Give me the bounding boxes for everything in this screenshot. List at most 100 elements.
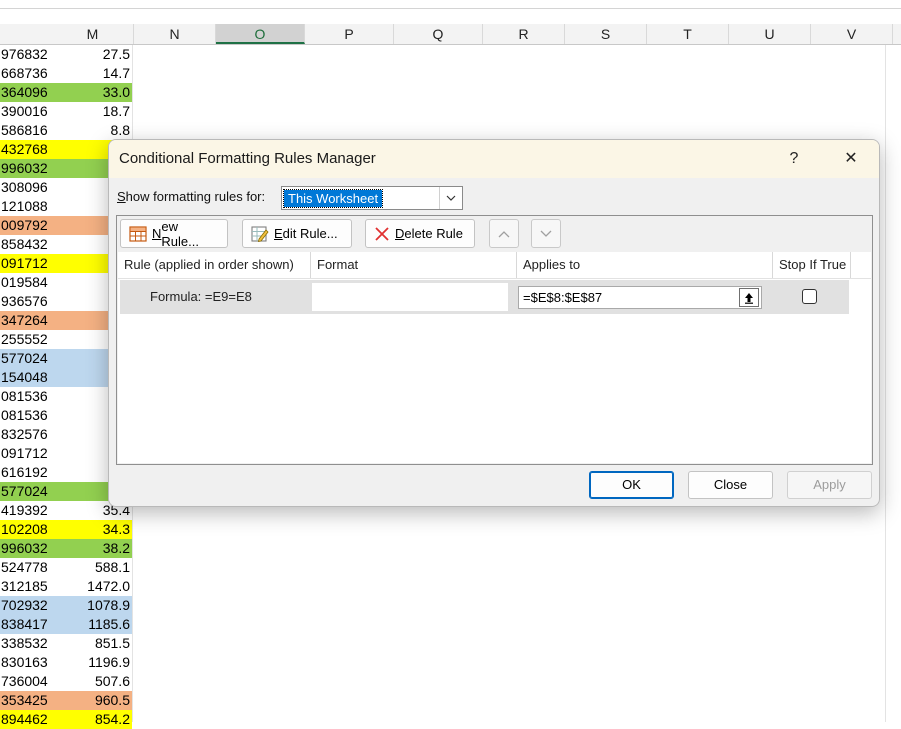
cell-l[interactable]: 121088 xyxy=(0,197,53,216)
edit-rule-button[interactable]: Edit Rule... xyxy=(242,219,352,248)
column-format-header: Format xyxy=(311,252,517,278)
cell-l[interactable]: 091712 xyxy=(0,254,53,273)
cell-l[interactable]: 154048 xyxy=(0,368,53,387)
chevron-down-icon xyxy=(540,230,552,237)
applies-to-input[interactable]: =$E$8:$E$87 xyxy=(518,286,762,309)
cell-m[interactable]: 1196.9 xyxy=(52,653,132,672)
cell-l[interactable]: 830163 xyxy=(0,653,53,672)
sheet-row: 702932 1078.9 xyxy=(0,596,901,615)
cell-l[interactable]: 009792 xyxy=(0,216,53,235)
column-header-v[interactable]: V xyxy=(811,24,893,44)
column-header-o[interactable]: O xyxy=(216,24,305,44)
column-header-p[interactable]: P xyxy=(305,24,394,44)
column-rule-header: Rule (applied in order shown) xyxy=(118,252,311,278)
cell-m[interactable]: 1078.9 xyxy=(52,596,132,615)
cell-l[interactable]: 308096 xyxy=(0,178,53,197)
rules-list[interactable]: Rule (applied in order shown) Format App… xyxy=(118,252,871,463)
stop-if-true-checkbox[interactable] xyxy=(802,289,817,304)
show-rules-select[interactable]: This Worksheet xyxy=(281,186,463,210)
cell-l[interactable]: 364096 xyxy=(0,83,53,102)
cell-l[interactable]: 586816 xyxy=(0,121,53,140)
cell-m[interactable]: 507.6 xyxy=(52,672,132,691)
cell-l[interactable]: 736004 xyxy=(0,672,53,691)
cell-l[interactable]: 255552 xyxy=(0,330,53,349)
cell-m[interactable]: 33.0 xyxy=(52,83,132,102)
help-button[interactable]: ? xyxy=(780,146,808,172)
column-header-r[interactable]: R xyxy=(483,24,565,44)
delete-rule-button[interactable]: Delete Rule xyxy=(365,219,475,248)
move-up-button[interactable] xyxy=(489,219,519,248)
cell-l[interactable]: 091712 xyxy=(0,444,53,463)
rules-panel: New Rule... Edit Rule... Delete Rule Rul… xyxy=(116,215,873,465)
access-key: E xyxy=(274,226,283,241)
dialog-titlebar[interactable]: Conditional Formatting Rules Manager ? ✕ xyxy=(109,140,879,178)
cell-l[interactable]: 432768 xyxy=(0,140,53,159)
column-header-u[interactable]: U xyxy=(729,24,811,44)
cell-m[interactable]: 854.2 xyxy=(52,710,132,729)
column-header-q[interactable]: Q xyxy=(394,24,483,44)
column-header-n[interactable]: N xyxy=(134,24,216,44)
access-key: N xyxy=(152,226,162,241)
cell-l[interactable]: 616192 xyxy=(0,463,53,482)
rule-row[interactable]: Formula: =E9=E8 =$E$8:$E$87 xyxy=(120,280,849,314)
cell-l[interactable]: 936576 xyxy=(0,292,53,311)
cell-m[interactable]: 960.5 xyxy=(52,691,132,710)
cell-l[interactable]: 081536 xyxy=(0,387,53,406)
ok-button[interactable]: OK xyxy=(589,471,674,499)
cell-l[interactable]: 524778 xyxy=(0,558,53,577)
cell-l[interactable]: 338532 xyxy=(0,634,53,653)
column-header-m[interactable]: M xyxy=(52,24,134,44)
cell-l[interactable]: 996032 xyxy=(0,159,53,178)
cell-l[interactable]: 312185 xyxy=(0,577,53,596)
close-icon[interactable]: ✕ xyxy=(837,146,865,172)
new-rule-button[interactable]: New Rule... xyxy=(120,219,228,249)
cell-l[interactable]: 838417 xyxy=(0,615,53,634)
cell-m[interactable]: 34.3 xyxy=(52,520,132,539)
delete-rule-label: elete Rule xyxy=(404,226,463,241)
cell-l[interactable]: 894462 xyxy=(0,710,53,729)
column-header-s[interactable]: S xyxy=(565,24,647,44)
cell-l[interactable]: 976832 xyxy=(0,45,53,64)
sheet-row: 830163 1196.9 xyxy=(0,653,901,672)
column-applies-header: Applies to xyxy=(517,252,773,278)
cell-l[interactable]: 577024 xyxy=(0,482,53,501)
cell-m[interactable]: 851.5 xyxy=(52,634,132,653)
cell-l[interactable]: 019584 xyxy=(0,273,53,292)
column-header-t[interactable]: T xyxy=(647,24,729,44)
sheet-row: 390016 18.7 xyxy=(0,102,901,121)
cell-m[interactable]: 27.5 xyxy=(52,45,132,64)
column-stop-header: Stop If True xyxy=(773,252,851,278)
cell-m[interactable]: 1472.0 xyxy=(52,577,132,596)
move-down-button[interactable] xyxy=(531,219,561,248)
close-button[interactable]: Close xyxy=(688,471,773,499)
cell-l[interactable]: 577024 xyxy=(0,349,53,368)
cell-l[interactable]: 832576 xyxy=(0,425,53,444)
cell-m[interactable]: 1185.6 xyxy=(52,615,132,634)
cell-l[interactable]: 390016 xyxy=(0,102,53,121)
cell-l[interactable]: 668736 xyxy=(0,64,53,83)
cell-l[interactable]: 702932 xyxy=(0,596,53,615)
cell-l[interactable]: 102208 xyxy=(0,520,53,539)
sheet-row: 338532 851.5 xyxy=(0,634,901,653)
cell-l[interactable]: 353425 xyxy=(0,691,53,710)
format-preview xyxy=(312,283,508,311)
ribbon-edge xyxy=(0,0,901,9)
cell-m[interactable]: 38.2 xyxy=(52,539,132,558)
cell-l[interactable]: 419392 xyxy=(0,501,53,520)
cell-m[interactable]: 18.7 xyxy=(52,102,132,121)
edit-rule-icon xyxy=(251,225,269,242)
chevron-down-icon[interactable] xyxy=(439,187,462,209)
apply-button[interactable]: Apply xyxy=(787,471,872,499)
cell-l[interactable]: 996032 xyxy=(0,539,53,558)
cell-m[interactable]: 8.8 xyxy=(52,121,132,140)
cell-l[interactable]: 858432 xyxy=(0,235,53,254)
cell-m[interactable]: 14.7 xyxy=(52,64,132,83)
select-value: This Worksheet xyxy=(282,189,384,208)
cell-l[interactable]: 347264 xyxy=(0,311,53,330)
collapse-range-icon[interactable] xyxy=(739,288,759,307)
cell-m[interactable]: 588.1 xyxy=(52,558,132,577)
sheet-row: 312185 1472.0 xyxy=(0,577,901,596)
sheet-row: 736004 507.6 xyxy=(0,672,901,691)
show-rules-label: Show formatting rules for: xyxy=(117,189,265,204)
cell-l[interactable]: 081536 xyxy=(0,406,53,425)
